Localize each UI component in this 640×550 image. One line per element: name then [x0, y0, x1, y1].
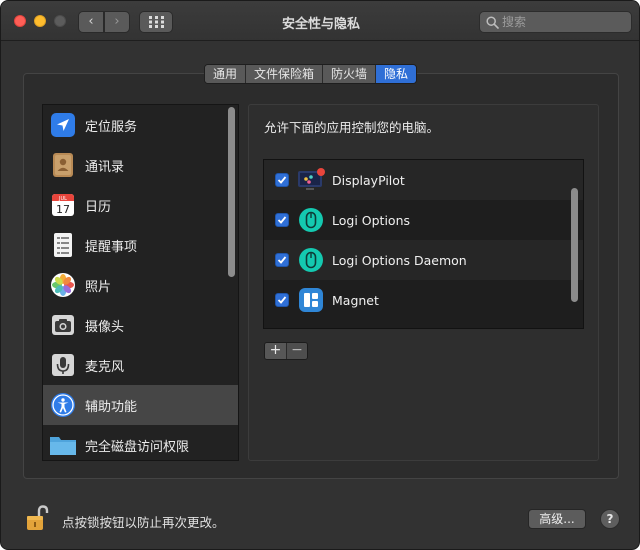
- app-list[interactable]: DisplayPilot Logi Options Logi Options D…: [263, 159, 584, 329]
- category-label: 摄像头: [85, 319, 125, 335]
- tab-privacy[interactable]: 隐私: [376, 65, 417, 83]
- add-remove-control: + −: [264, 342, 308, 360]
- app-name: Logi Options Daemon: [332, 252, 467, 268]
- app-list-scrollbar[interactable]: [571, 188, 578, 302]
- displaypilot-app-icon: [297, 166, 325, 194]
- category-contacts[interactable]: 通讯录: [43, 145, 238, 185]
- privacy-category-list[interactable]: 定位服务 通讯录 JUL 17 日历 提醒事项 照片 摄像头 麦克风 辅助功能 …: [42, 104, 239, 461]
- app-row-logi-options-daemon[interactable]: Logi Options Daemon: [264, 240, 583, 280]
- category-label: 日历: [85, 199, 112, 215]
- add-app-button[interactable]: +: [265, 343, 286, 359]
- calendar-month: JUL: [58, 196, 67, 202]
- category-label: 完全磁盘访问权限: [85, 439, 190, 455]
- checkmark-icon: [277, 296, 287, 304]
- calendar-day: 17: [56, 203, 70, 216]
- search-input[interactable]: [502, 14, 627, 30]
- app-name: DisplayPilot: [332, 172, 405, 188]
- category-label: 照片: [85, 279, 112, 295]
- contacts-book-icon: [49, 151, 77, 179]
- category-microphone[interactable]: 麦克风: [43, 345, 238, 385]
- category-label: 麦克风: [85, 359, 125, 375]
- remove-app-button[interactable]: −: [286, 343, 307, 359]
- reminders-list-icon: [49, 231, 77, 259]
- magnet-app-icon: [297, 286, 325, 314]
- app-row-logi-options[interactable]: Logi Options: [264, 200, 583, 240]
- category-camera[interactable]: 摄像头: [43, 305, 238, 345]
- microphone-icon: [49, 351, 77, 379]
- category-location-services[interactable]: 定位服务: [43, 105, 238, 145]
- category-label: 定位服务: [85, 119, 138, 135]
- app-checkbox[interactable]: [275, 213, 289, 227]
- unlocked-padlock-icon[interactable]: [25, 505, 49, 531]
- tab-filevault[interactable]: 文件保险箱: [246, 65, 324, 83]
- app-checkbox[interactable]: [275, 173, 289, 187]
- camera-icon: [49, 311, 77, 339]
- checkmark-icon: [277, 256, 287, 264]
- category-label: 通讯录: [85, 159, 125, 175]
- category-label: 辅助功能: [85, 399, 138, 415]
- category-label: 提醒事项: [85, 239, 138, 255]
- app-name: Logi Options: [332, 212, 411, 228]
- accessibility-icon: [49, 391, 77, 419]
- category-full-disk-access[interactable]: 完全磁盘访问权限: [43, 425, 238, 460]
- location-arrow-icon: [49, 111, 77, 139]
- photos-flower-icon: [49, 271, 77, 299]
- lock-hint-text: 点按锁按钮以防止再次更改。: [62, 515, 225, 530]
- app-row-magnet[interactable]: Magnet: [264, 280, 583, 320]
- calendar-icon: JUL 17: [49, 191, 77, 219]
- app-checkbox[interactable]: [275, 293, 289, 307]
- search-icon: [486, 16, 499, 29]
- category-accessibility[interactable]: 辅助功能: [43, 385, 238, 425]
- app-row-displaypilot[interactable]: DisplayPilot: [264, 160, 583, 200]
- checkmark-icon: [277, 216, 287, 224]
- checkmark-icon: [277, 176, 287, 184]
- tab-bar: 通用 文件保险箱 防火墙 隐私: [204, 64, 418, 84]
- logi-mouse-app-icon: [297, 246, 325, 274]
- category-reminders[interactable]: 提醒事项: [43, 225, 238, 265]
- tab-firewall[interactable]: 防火墙: [323, 65, 377, 83]
- folder-icon: [49, 431, 77, 459]
- logi-mouse-app-icon: [297, 206, 325, 234]
- category-calendar[interactable]: JUL 17 日历: [43, 185, 238, 225]
- system-preferences-window: ‹ › 安全性与隐私 通用 文件保险箱: [0, 0, 640, 550]
- app-checkbox[interactable]: [275, 253, 289, 267]
- tab-general[interactable]: 通用: [205, 65, 247, 83]
- advanced-button[interactable]: 高级...: [528, 509, 586, 529]
- title-bar: ‹ › 安全性与隐私: [1, 1, 639, 41]
- search-field[interactable]: [479, 11, 632, 33]
- app-name: Magnet: [332, 292, 379, 308]
- category-photos[interactable]: 照片: [43, 265, 238, 305]
- permission-prompt: 允许下面的应用控制您的电脑。: [264, 120, 440, 135]
- help-button[interactable]: ?: [600, 509, 620, 529]
- category-list-scrollbar[interactable]: [228, 107, 235, 277]
